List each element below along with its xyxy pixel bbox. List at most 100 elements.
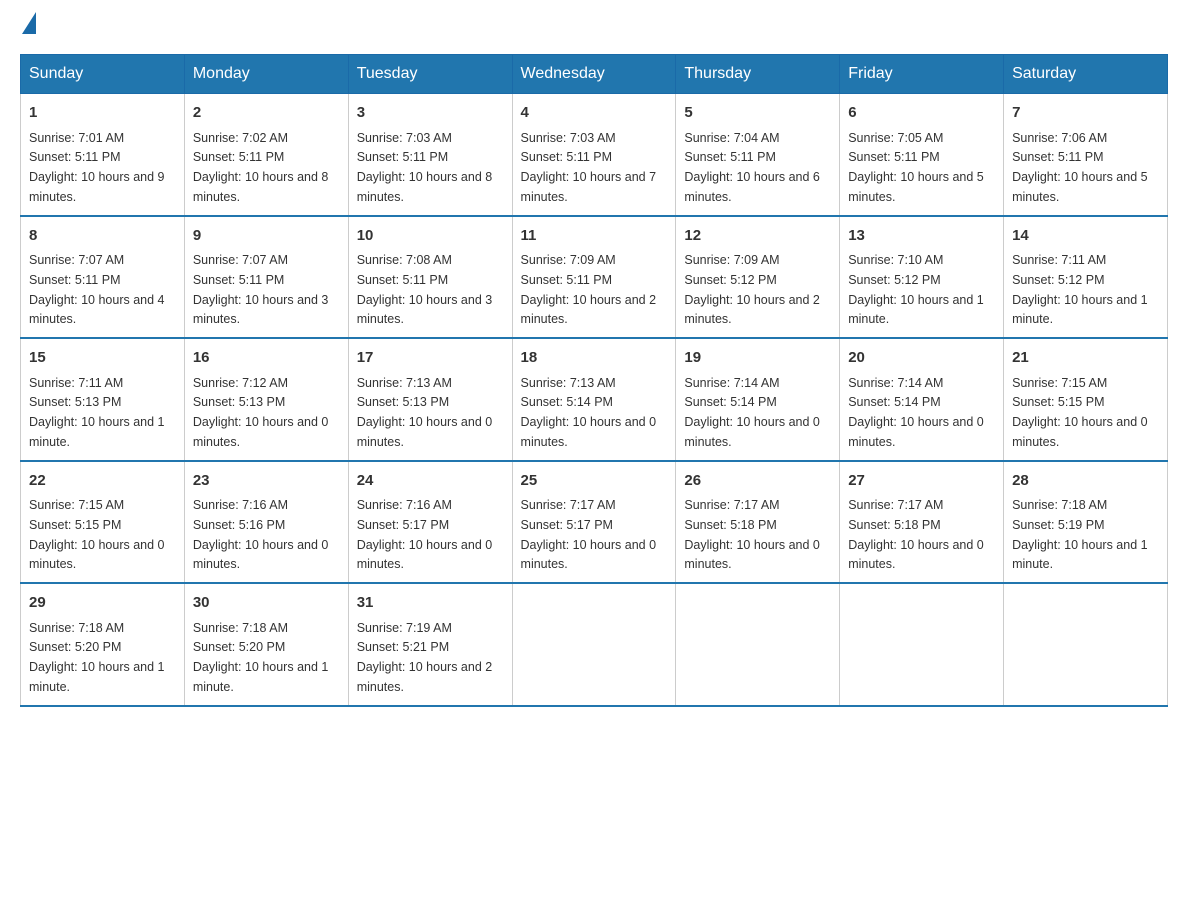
calendar-cell: 23 Sunrise: 7:16 AMSunset: 5:16 PMDayligh…	[184, 461, 348, 584]
header-friday: Friday	[840, 55, 1004, 94]
calendar-cell: 6 Sunrise: 7:05 AMSunset: 5:11 PMDaylight…	[840, 94, 1004, 216]
day-info: Sunrise: 7:12 AMSunset: 5:13 PMDaylight:…	[193, 376, 329, 449]
calendar-table: SundayMondayTuesdayWednesdayThursdayFrid…	[20, 54, 1168, 707]
day-info: Sunrise: 7:17 AMSunset: 5:17 PMDaylight:…	[521, 498, 657, 571]
day-info: Sunrise: 7:15 AMSunset: 5:15 PMDaylight:…	[29, 498, 165, 571]
calendar-cell: 16 Sunrise: 7:12 AMSunset: 5:13 PMDayligh…	[184, 338, 348, 461]
day-number: 9	[193, 225, 340, 248]
week-row-3: 15 Sunrise: 7:11 AMSunset: 5:13 PMDayligh…	[21, 338, 1168, 461]
calendar-cell: 4Sunrise: 7:03 AMSunset: 5:11 PMDaylight…	[512, 94, 676, 216]
day-info: Sunrise: 7:05 AMSunset: 5:11 PMDaylight:…	[848, 131, 984, 204]
calendar-cell: 7 Sunrise: 7:06 AMSunset: 5:11 PMDaylight…	[1004, 94, 1168, 216]
calendar-cell	[1004, 583, 1168, 706]
day-number: 14	[1012, 225, 1159, 248]
day-number: 19	[684, 347, 831, 370]
calendar-cell: 28 Sunrise: 7:18 AMSunset: 5:19 PMDayligh…	[1004, 461, 1168, 584]
day-number: 3	[357, 102, 504, 125]
day-number: 30	[193, 592, 340, 615]
day-info: Sunrise: 7:07 AMSunset: 5:11 PMDaylight:…	[29, 253, 165, 326]
day-info: Sunrise: 7:19 AMSunset: 5:21 PMDaylight:…	[357, 621, 493, 694]
day-number: 12	[684, 225, 831, 248]
week-row-1: 1 Sunrise: 7:01 AMSunset: 5:11 PMDaylight…	[21, 94, 1168, 216]
day-number: 7	[1012, 102, 1159, 125]
day-number: 26	[684, 470, 831, 493]
day-info: Sunrise: 7:09 AMSunset: 5:11 PMDaylight:…	[521, 253, 657, 326]
day-number: 1	[29, 102, 176, 125]
calendar-cell: 2Sunrise: 7:02 AMSunset: 5:11 PMDaylight…	[184, 94, 348, 216]
calendar-cell: 11 Sunrise: 7:09 AMSunset: 5:11 PMDayligh…	[512, 216, 676, 339]
day-number: 15	[29, 347, 176, 370]
calendar-cell: 20Sunrise: 7:14 AMSunset: 5:14 PMDayligh…	[840, 338, 1004, 461]
day-number: 21	[1012, 347, 1159, 370]
day-info: Sunrise: 7:04 AMSunset: 5:11 PMDaylight:…	[684, 131, 820, 204]
day-info: Sunrise: 7:14 AMSunset: 5:14 PMDaylight:…	[684, 376, 820, 449]
calendar-cell: 27Sunrise: 7:17 AMSunset: 5:18 PMDayligh…	[840, 461, 1004, 584]
day-number: 17	[357, 347, 504, 370]
day-number: 2	[193, 102, 340, 125]
calendar-cell: 5 Sunrise: 7:04 AMSunset: 5:11 PMDaylight…	[676, 94, 840, 216]
calendar-cell: 10 Sunrise: 7:08 AMSunset: 5:11 PMDayligh…	[348, 216, 512, 339]
day-info: Sunrise: 7:08 AMSunset: 5:11 PMDaylight:…	[357, 253, 493, 326]
calendar-cell: 3 Sunrise: 7:03 AMSunset: 5:11 PMDaylight…	[348, 94, 512, 216]
calendar-cell	[840, 583, 1004, 706]
day-number: 8	[29, 225, 176, 248]
calendar-cell: 30 Sunrise: 7:18 AMSunset: 5:20 PMDayligh…	[184, 583, 348, 706]
calendar-cell: 19 Sunrise: 7:14 AMSunset: 5:14 PMDayligh…	[676, 338, 840, 461]
week-row-2: 8 Sunrise: 7:07 AMSunset: 5:11 PMDaylight…	[21, 216, 1168, 339]
day-number: 18	[521, 347, 668, 370]
day-info: Sunrise: 7:16 AMSunset: 5:16 PMDaylight:…	[193, 498, 329, 571]
calendar-cell: 13Sunrise: 7:10 AMSunset: 5:12 PMDayligh…	[840, 216, 1004, 339]
day-info: Sunrise: 7:11 AMSunset: 5:13 PMDaylight:…	[29, 376, 165, 449]
day-number: 5	[684, 102, 831, 125]
calendar-cell	[676, 583, 840, 706]
calendar-cell: 12 Sunrise: 7:09 AMSunset: 5:12 PMDayligh…	[676, 216, 840, 339]
header-saturday: Saturday	[1004, 55, 1168, 94]
day-info: Sunrise: 7:17 AMSunset: 5:18 PMDaylight:…	[684, 498, 820, 571]
calendar-cell: 8 Sunrise: 7:07 AMSunset: 5:11 PMDaylight…	[21, 216, 185, 339]
day-info: Sunrise: 7:13 AMSunset: 5:14 PMDaylight:…	[521, 376, 657, 449]
day-number: 13	[848, 225, 995, 248]
day-info: Sunrise: 7:18 AMSunset: 5:20 PMDaylight:…	[193, 621, 329, 694]
day-number: 28	[1012, 470, 1159, 493]
day-number: 23	[193, 470, 340, 493]
header-wednesday: Wednesday	[512, 55, 676, 94]
day-info: Sunrise: 7:01 AMSunset: 5:11 PMDaylight:…	[29, 131, 165, 204]
calendar-cell: 17 Sunrise: 7:13 AMSunset: 5:13 PMDayligh…	[348, 338, 512, 461]
calendar-cell: 14 Sunrise: 7:11 AMSunset: 5:12 PMDayligh…	[1004, 216, 1168, 339]
calendar-cell: 26 Sunrise: 7:17 AMSunset: 5:18 PMDayligh…	[676, 461, 840, 584]
day-number: 11	[521, 225, 668, 248]
day-info: Sunrise: 7:13 AMSunset: 5:13 PMDaylight:…	[357, 376, 493, 449]
day-info: Sunrise: 7:09 AMSunset: 5:12 PMDaylight:…	[684, 253, 820, 326]
day-info: Sunrise: 7:11 AMSunset: 5:12 PMDaylight:…	[1012, 253, 1148, 326]
header-sunday: Sunday	[21, 55, 185, 94]
calendar-cell: 9Sunrise: 7:07 AMSunset: 5:11 PMDaylight…	[184, 216, 348, 339]
header-monday: Monday	[184, 55, 348, 94]
calendar-cell: 22 Sunrise: 7:15 AMSunset: 5:15 PMDayligh…	[21, 461, 185, 584]
logo-triangle-icon	[22, 12, 36, 34]
day-info: Sunrise: 7:03 AMSunset: 5:11 PMDaylight:…	[357, 131, 493, 204]
page-header	[20, 20, 1168, 34]
day-number: 10	[357, 225, 504, 248]
day-number: 31	[357, 592, 504, 615]
calendar-cell: 25Sunrise: 7:17 AMSunset: 5:17 PMDayligh…	[512, 461, 676, 584]
day-info: Sunrise: 7:16 AMSunset: 5:17 PMDaylight:…	[357, 498, 493, 571]
day-number: 16	[193, 347, 340, 370]
calendar-cell: 1 Sunrise: 7:01 AMSunset: 5:11 PMDaylight…	[21, 94, 185, 216]
day-info: Sunrise: 7:18 AMSunset: 5:19 PMDaylight:…	[1012, 498, 1148, 571]
day-info: Sunrise: 7:14 AMSunset: 5:14 PMDaylight:…	[848, 376, 984, 449]
week-row-4: 22 Sunrise: 7:15 AMSunset: 5:15 PMDayligh…	[21, 461, 1168, 584]
day-number: 27	[848, 470, 995, 493]
day-number: 24	[357, 470, 504, 493]
logo	[20, 20, 36, 34]
calendar-cell: 24 Sunrise: 7:16 AMSunset: 5:17 PMDayligh…	[348, 461, 512, 584]
day-info: Sunrise: 7:06 AMSunset: 5:11 PMDaylight:…	[1012, 131, 1148, 204]
calendar-cell: 21 Sunrise: 7:15 AMSunset: 5:15 PMDayligh…	[1004, 338, 1168, 461]
day-number: 22	[29, 470, 176, 493]
calendar-header-row: SundayMondayTuesdayWednesdayThursdayFrid…	[21, 55, 1168, 94]
day-number: 6	[848, 102, 995, 125]
day-info: Sunrise: 7:15 AMSunset: 5:15 PMDaylight:…	[1012, 376, 1148, 449]
day-info: Sunrise: 7:18 AMSunset: 5:20 PMDaylight:…	[29, 621, 165, 694]
day-number: 29	[29, 592, 176, 615]
day-info: Sunrise: 7:03 AMSunset: 5:11 PMDaylight:…	[521, 131, 657, 204]
calendar-cell: 15 Sunrise: 7:11 AMSunset: 5:13 PMDayligh…	[21, 338, 185, 461]
